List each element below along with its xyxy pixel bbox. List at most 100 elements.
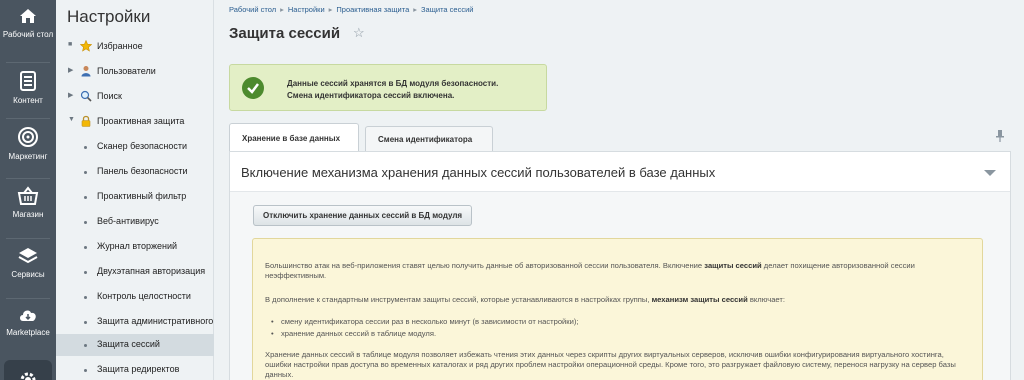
target-icon xyxy=(18,127,38,147)
disable-db-storage-button[interactable]: Отключить хранение данных сессий в БД мо… xyxy=(253,205,473,226)
menu-item-label: Защита сессий xyxy=(97,339,160,349)
menu-item-label: Проактивная защита xyxy=(97,116,185,126)
status-notice: Данные сессий хранятся в БД модуля безоп… xyxy=(229,64,547,111)
info-paragraph: В дополнение к стандартным инструментам … xyxy=(265,295,965,305)
info-bold: защиты сессий xyxy=(704,261,762,270)
menu-item-label: Панель безопасности xyxy=(97,166,188,176)
menu-item-label: Избранное xyxy=(97,41,143,51)
menu-item-label: Журнал вторжений xyxy=(97,241,178,251)
menu-item-label: Поиск xyxy=(97,91,122,101)
expand-arrow-icon[interactable]: ▶ xyxy=(68,91,73,99)
menu-item-label: Контроль целостности xyxy=(97,291,191,301)
info-text: Большинство атак на веб-приложения ставя… xyxy=(265,261,705,270)
bullet-dot xyxy=(84,369,87,372)
gear-icon xyxy=(20,372,36,380)
info-text: включает: xyxy=(747,295,785,304)
notice-line: Смена идентификатора сессий включена. xyxy=(287,91,455,100)
info-box: Большинство атак на веб-приложения ставя… xyxy=(252,238,983,380)
rail-item-shop[interactable]: Магазин xyxy=(0,186,56,220)
notice-text: Данные сессий хранятся в БД модуля безоп… xyxy=(287,78,498,102)
user-icon xyxy=(81,66,91,77)
tab-bar: Хранение в базе данных Смена идентификат… xyxy=(229,123,1011,152)
settings-panel: Включение механизма хранения данных сесс… xyxy=(229,151,1011,380)
basket-icon xyxy=(17,186,39,205)
bullet-dot xyxy=(84,196,87,199)
menu-item-two-factor[interactable]: Двухэтапная авторизация xyxy=(56,261,214,283)
menu-item-users[interactable]: ▶ Пользователи xyxy=(56,61,214,83)
rail-item-content[interactable]: Контент xyxy=(0,70,56,106)
bullet-dot xyxy=(84,246,87,249)
rail-label-content: Контент xyxy=(13,96,43,105)
home-icon xyxy=(20,9,36,23)
panel-body: Отключить хранение данных сессий в БД мо… xyxy=(230,192,1010,380)
menu-item-integrity-control[interactable]: Контроль целостности xyxy=(56,286,214,308)
left-rail: Рабочий стол Контент Маркетинг Магазин С… xyxy=(0,0,56,380)
rail-label-marketing: Маркетинг xyxy=(8,152,48,161)
breadcrumb-link[interactable]: Рабочий стол xyxy=(229,5,276,14)
menu-item-intrusion-log[interactable]: Журнал вторжений xyxy=(56,236,214,258)
layers-icon xyxy=(18,248,38,264)
tab-id-change[interactable]: Смена идентификатора xyxy=(365,126,493,152)
breadcrumb-link[interactable]: Настройки xyxy=(288,5,325,14)
bullet-dot: • xyxy=(271,329,274,338)
menu-item-session-protection[interactable]: Защита сессий xyxy=(56,334,214,356)
bullet-dot xyxy=(84,321,87,324)
rail-divider xyxy=(6,298,50,299)
bullet-marker: ■ xyxy=(68,41,73,48)
panel-title: Включение механизма хранения данных сесс… xyxy=(241,165,716,180)
lock-icon xyxy=(81,115,91,127)
breadcrumb-separator: ▸ xyxy=(328,5,333,14)
menu-item-web-antivirus[interactable]: Веб-антивирус xyxy=(56,211,214,233)
info-text: хранение данных сессий в таблице модуля. xyxy=(281,329,437,338)
rail-divider xyxy=(6,178,50,179)
menu-item-label: Двухэтапная авторизация xyxy=(97,266,206,276)
menu-item-label: Пользователи xyxy=(97,66,156,76)
expand-arrow-icon[interactable]: ▶ xyxy=(68,66,73,74)
rail-divider xyxy=(6,118,50,119)
breadcrumb-link[interactable]: Проактивная защита xyxy=(336,5,409,14)
menu-item-security-scanner[interactable]: Сканер безопасности xyxy=(56,136,214,158)
breadcrumb-separator: ▸ xyxy=(413,5,418,14)
pin-icon[interactable] xyxy=(995,130,1005,145)
notice-line: Данные сессий хранятся в БД модуля безоп… xyxy=(287,79,499,88)
rail-item-marketing[interactable]: Маркетинг xyxy=(0,126,56,162)
info-list-item: • хранение данных сессий в таблице модуля… xyxy=(271,329,981,339)
settings-menu: Настройки ■ Избранное ▶ Пользователи ▶ П… xyxy=(56,0,214,380)
menu-item-label: Защита редиректов xyxy=(97,364,180,374)
rail-item-desktop[interactable]: Рабочий стол xyxy=(0,6,56,40)
menu-item-proactive-protection[interactable]: ▼ Проактивная защита xyxy=(56,111,214,133)
rail-item-services[interactable]: Сервисы xyxy=(0,246,56,280)
info-paragraph: Большинство атак на веб-приложения ставя… xyxy=(265,261,965,281)
collapse-arrow-icon[interactable] xyxy=(984,170,996,176)
rail-label-desktop: Рабочий стол xyxy=(2,30,54,39)
menu-item-label: Защита административного xyxy=(97,316,214,326)
menu-item-admin-protection[interactable]: Защита административного xyxy=(56,311,214,333)
rail-item-settings[interactable] xyxy=(4,360,52,380)
menu-item-label: Сканер безопасности xyxy=(97,141,188,151)
bullet-dot xyxy=(84,171,87,174)
menu-item-redirect-protection[interactable]: Защита редиректов xyxy=(56,359,214,380)
breadcrumb-link[interactable]: Защита сессий xyxy=(421,5,473,14)
info-bold: механизм защиты сессий xyxy=(651,295,748,304)
favorite-star-icon[interactable]: ☆ xyxy=(353,25,365,41)
breadcrumb-separator: ▸ xyxy=(280,5,284,14)
menu-item-favorites[interactable]: ■ Избранное xyxy=(56,36,214,58)
menu-item-security-panel[interactable]: Панель безопасности xyxy=(56,161,214,183)
page-title: Защита сессий xyxy=(229,25,341,42)
bullet-dot xyxy=(84,344,87,347)
bullet-dot xyxy=(84,296,87,299)
menu-item-search[interactable]: ▶ Поиск xyxy=(56,86,214,108)
star-icon xyxy=(80,40,92,52)
breadcrumb: Рабочий стол ▸ Настройки ▸ Проактивная защит… xyxy=(229,5,473,14)
rail-label-shop: Магазин xyxy=(12,210,44,219)
info-text: В дополнение к стандартным инструментам … xyxy=(265,295,652,304)
tab-db-storage[interactable]: Хранение в базе данных xyxy=(229,123,359,152)
document-icon xyxy=(20,71,36,91)
menu-item-proactive-filter[interactable]: Проактивный фильтр xyxy=(56,186,214,208)
collapse-arrow-icon[interactable]: ▼ xyxy=(68,116,75,123)
check-icon xyxy=(242,77,264,99)
rail-label-marketplace: Marketplace xyxy=(6,328,50,337)
menu-item-label: Проактивный фильтр xyxy=(97,191,187,201)
menu-item-label: Веб-антивирус xyxy=(97,216,159,226)
rail-item-marketplace[interactable]: Marketplace xyxy=(0,306,56,338)
